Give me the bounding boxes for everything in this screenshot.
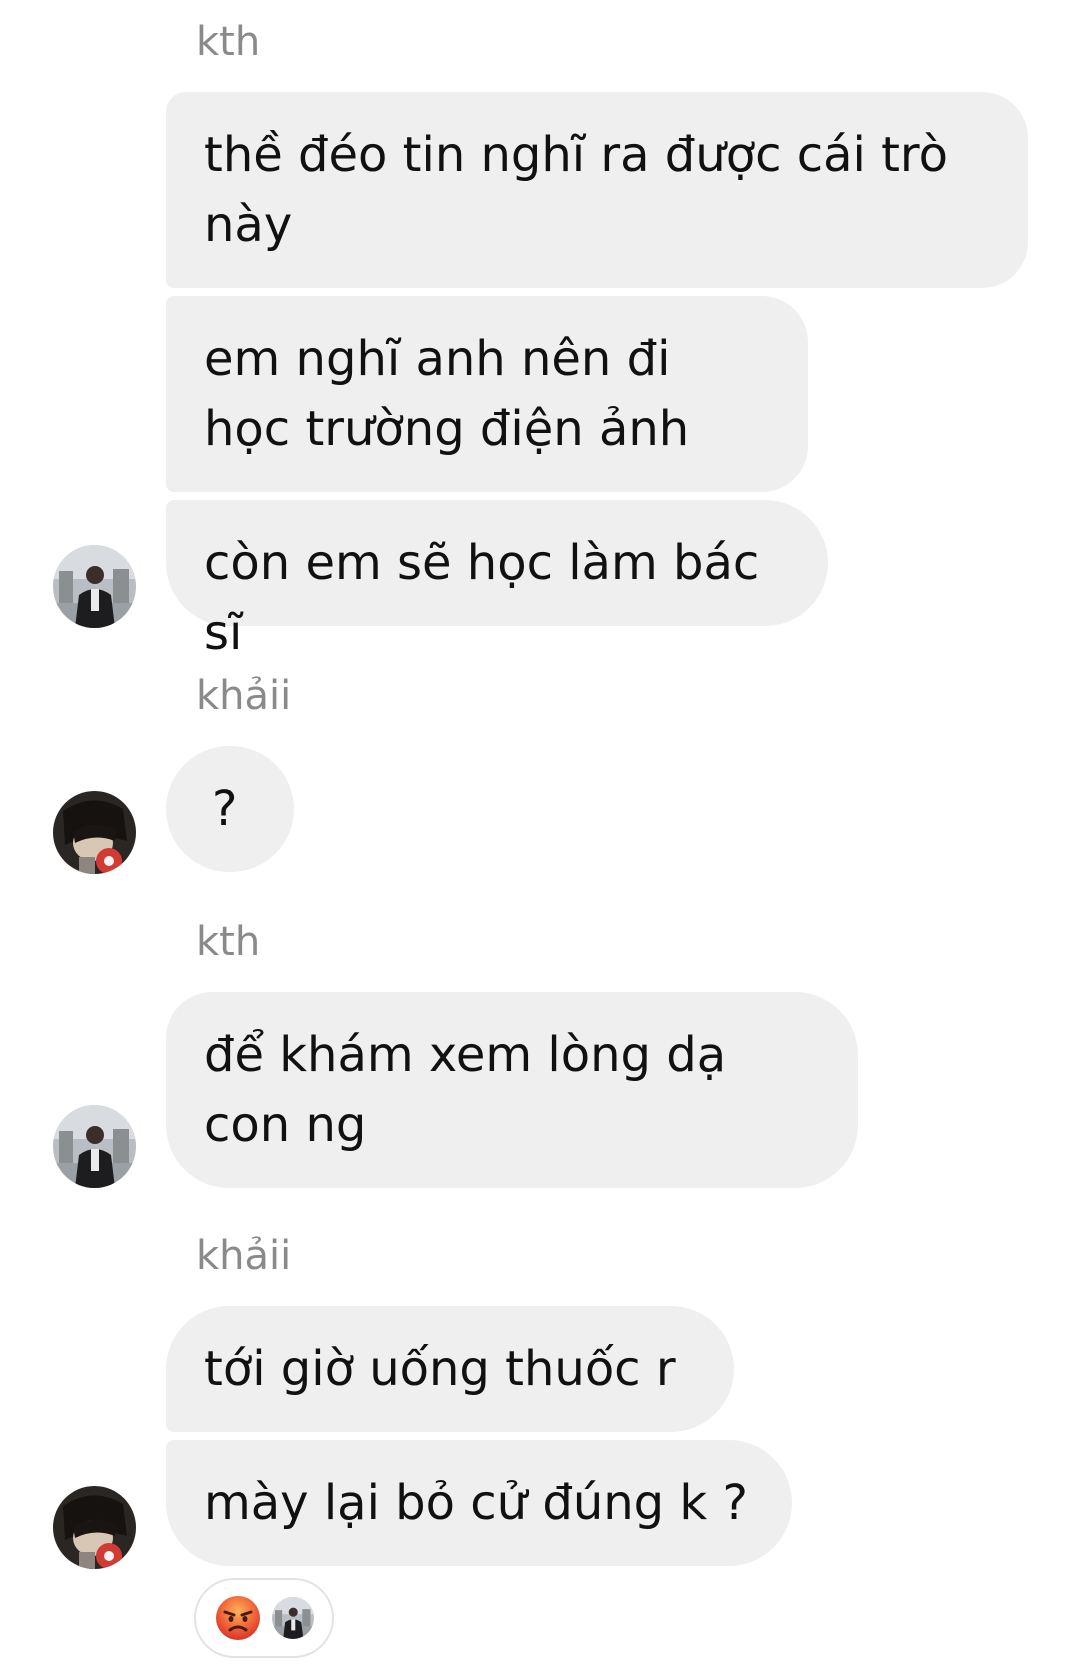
message-bubble[interactable]: để khám xem lòng dạ con ng xyxy=(166,992,858,1188)
message-bubble[interactable]: em nghĩ anh nên đi học trường điện ảnh xyxy=(166,296,808,492)
message-bubble[interactable]: ? xyxy=(166,746,294,872)
avatar-kth-image xyxy=(53,1105,136,1188)
message-text: em nghĩ anh nên đi học trường điện ảnh xyxy=(204,331,690,457)
message-text: tới giờ uống thuốc r xyxy=(204,1341,676,1397)
message-bubble[interactable]: mày lại bỏ cử đúng k ? xyxy=(166,1440,792,1566)
message-bubble[interactable]: còn em sẽ học làm bác sĩ xyxy=(166,500,828,661)
angry-face-icon xyxy=(216,1596,260,1640)
avatar-khaii-image xyxy=(53,1486,136,1569)
reactor-avatar-image xyxy=(272,1597,314,1639)
message-bubble[interactable]: tới giờ uống thuốc r xyxy=(166,1306,734,1432)
message-text: mày lại bỏ cử đúng k ? xyxy=(204,1475,748,1531)
message-text: thề đéo tin nghĩ ra được cái trò này xyxy=(204,127,948,253)
avatar-khaii[interactable] xyxy=(53,1486,136,1569)
avatar-kth-image xyxy=(53,545,136,628)
sender-name-kth: kth xyxy=(196,919,261,965)
message-text: để khám xem lòng dạ con ng xyxy=(204,1027,727,1153)
message-reactions[interactable] xyxy=(196,1580,332,1656)
sender-name-khaii: khảii xyxy=(196,1233,292,1279)
message-text: ? xyxy=(212,781,238,837)
avatar-khaii-image xyxy=(53,791,136,874)
avatar-khaii[interactable] xyxy=(53,791,136,874)
avatar-kth[interactable] xyxy=(53,545,136,628)
sender-name-kth: kth xyxy=(196,19,261,65)
reactor-avatar xyxy=(272,1597,314,1639)
message-text: còn em sẽ học làm bác sĩ xyxy=(204,535,760,661)
avatar-kth[interactable] xyxy=(53,1105,136,1188)
message-bubble[interactable]: thề đéo tin nghĩ ra được cái trò này xyxy=(166,92,1028,288)
sender-name-khaii: khảii xyxy=(196,673,292,719)
